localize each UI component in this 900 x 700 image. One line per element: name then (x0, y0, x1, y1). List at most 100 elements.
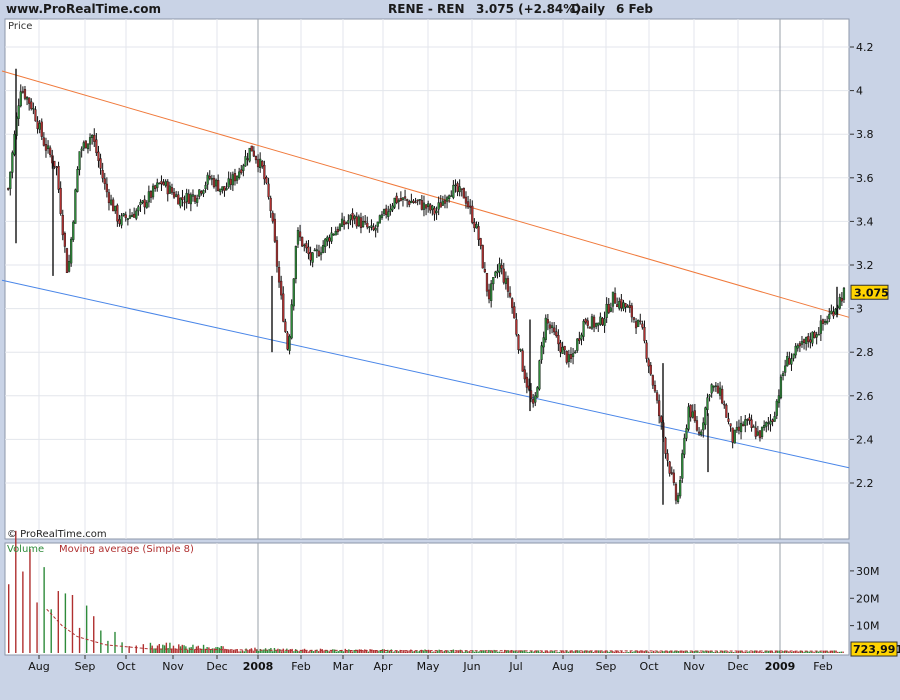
volume-bar (838, 651, 841, 653)
candle-down (649, 364, 652, 375)
volume-bar (663, 651, 665, 653)
volume-bar (287, 649, 290, 653)
candle-up (196, 198, 199, 203)
candle-up (221, 186, 224, 190)
candle-down (553, 327, 556, 333)
volume-bar (351, 651, 354, 653)
volume-bar (688, 652, 690, 654)
candle-down (469, 205, 472, 208)
volume-bar (665, 651, 667, 653)
candle-down (124, 214, 127, 218)
candle-down (105, 183, 108, 193)
volume-tick-label: 20M (856, 592, 880, 605)
volume-bar (128, 646, 130, 653)
volume-bar (537, 650, 540, 653)
volume-bar (567, 651, 570, 653)
candle-down (53, 160, 56, 167)
volume-bar (466, 651, 469, 653)
candle-down (217, 180, 220, 192)
candle-up (397, 200, 400, 203)
volume-bar (190, 647, 192, 653)
candle-up (571, 353, 575, 357)
candle-up (475, 224, 478, 229)
candle-up (823, 320, 827, 323)
candle-up (496, 270, 499, 274)
volume-bar (114, 631, 116, 653)
candle-down (813, 332, 816, 339)
candle-down (616, 304, 619, 308)
volume-bar (369, 649, 371, 653)
volume-bar (638, 651, 641, 653)
price-tick-label: 4 (856, 85, 863, 98)
candle-down (592, 316, 596, 328)
volume-bar (743, 651, 745, 653)
volume-bar (121, 642, 123, 653)
volume-bar (744, 651, 747, 653)
candle-down (674, 484, 678, 501)
volume-bar (525, 651, 527, 653)
candle-down (280, 280, 283, 296)
candle-up (126, 218, 129, 220)
candle-up (347, 220, 350, 224)
volume-bar (434, 651, 437, 653)
volume-bar (732, 652, 734, 653)
candle-up (357, 216, 360, 227)
candle-up (227, 178, 230, 188)
candle-down (336, 229, 339, 233)
candle-up (536, 387, 539, 398)
volume-bar (349, 651, 352, 653)
candle-up (137, 206, 140, 212)
volume-bar (85, 605, 88, 653)
candle-down (424, 204, 428, 209)
volume-bar (633, 651, 635, 653)
x-tick-label: Nov (162, 660, 184, 673)
volume-bar (684, 651, 687, 653)
volume-tick-label: 30M (856, 565, 880, 578)
candle-up (681, 453, 684, 479)
volume-bar (791, 652, 793, 653)
volume-bar (353, 649, 355, 653)
volume-bar (730, 651, 733, 653)
candle-down (187, 193, 190, 204)
candle-down (584, 319, 587, 323)
candle-up (454, 184, 457, 187)
candle-down (57, 166, 60, 190)
candle-up (540, 345, 543, 361)
volume-bar (410, 649, 412, 653)
volume-bar (229, 649, 231, 653)
volume-bar (512, 650, 515, 653)
candle-down (372, 226, 375, 231)
candle-down (343, 220, 346, 225)
candle-down (546, 319, 549, 324)
candle-up (574, 351, 577, 354)
volume-bar (516, 651, 518, 653)
candle-down (34, 109, 37, 122)
candle-up (605, 303, 608, 318)
x-tick-label: Oct (639, 660, 659, 673)
candle-up (225, 188, 228, 191)
volume-bar (268, 648, 270, 653)
candle-up (842, 287, 846, 300)
x-tick-label: Nov (683, 660, 705, 673)
volume-bar (364, 649, 366, 653)
volume-bar (442, 651, 444, 653)
volume-bar (803, 651, 805, 653)
candle-down (233, 173, 237, 182)
volume-bar (507, 650, 509, 653)
volume-bar (624, 652, 626, 653)
candle-down (754, 427, 757, 437)
candle-down (200, 191, 203, 194)
candle-up (597, 322, 600, 326)
candle-down (286, 332, 289, 350)
price-tick-label: 3.8 (856, 128, 874, 141)
candle-down (273, 218, 276, 242)
candle-down (462, 188, 465, 199)
candle-up (504, 278, 507, 284)
volume-bar (71, 594, 74, 653)
volume-bar (626, 651, 628, 653)
candle-down (414, 201, 417, 204)
volume-bar (415, 650, 417, 653)
candle-down (317, 250, 321, 257)
volume-bar (206, 647, 208, 653)
candle-down (693, 410, 696, 421)
